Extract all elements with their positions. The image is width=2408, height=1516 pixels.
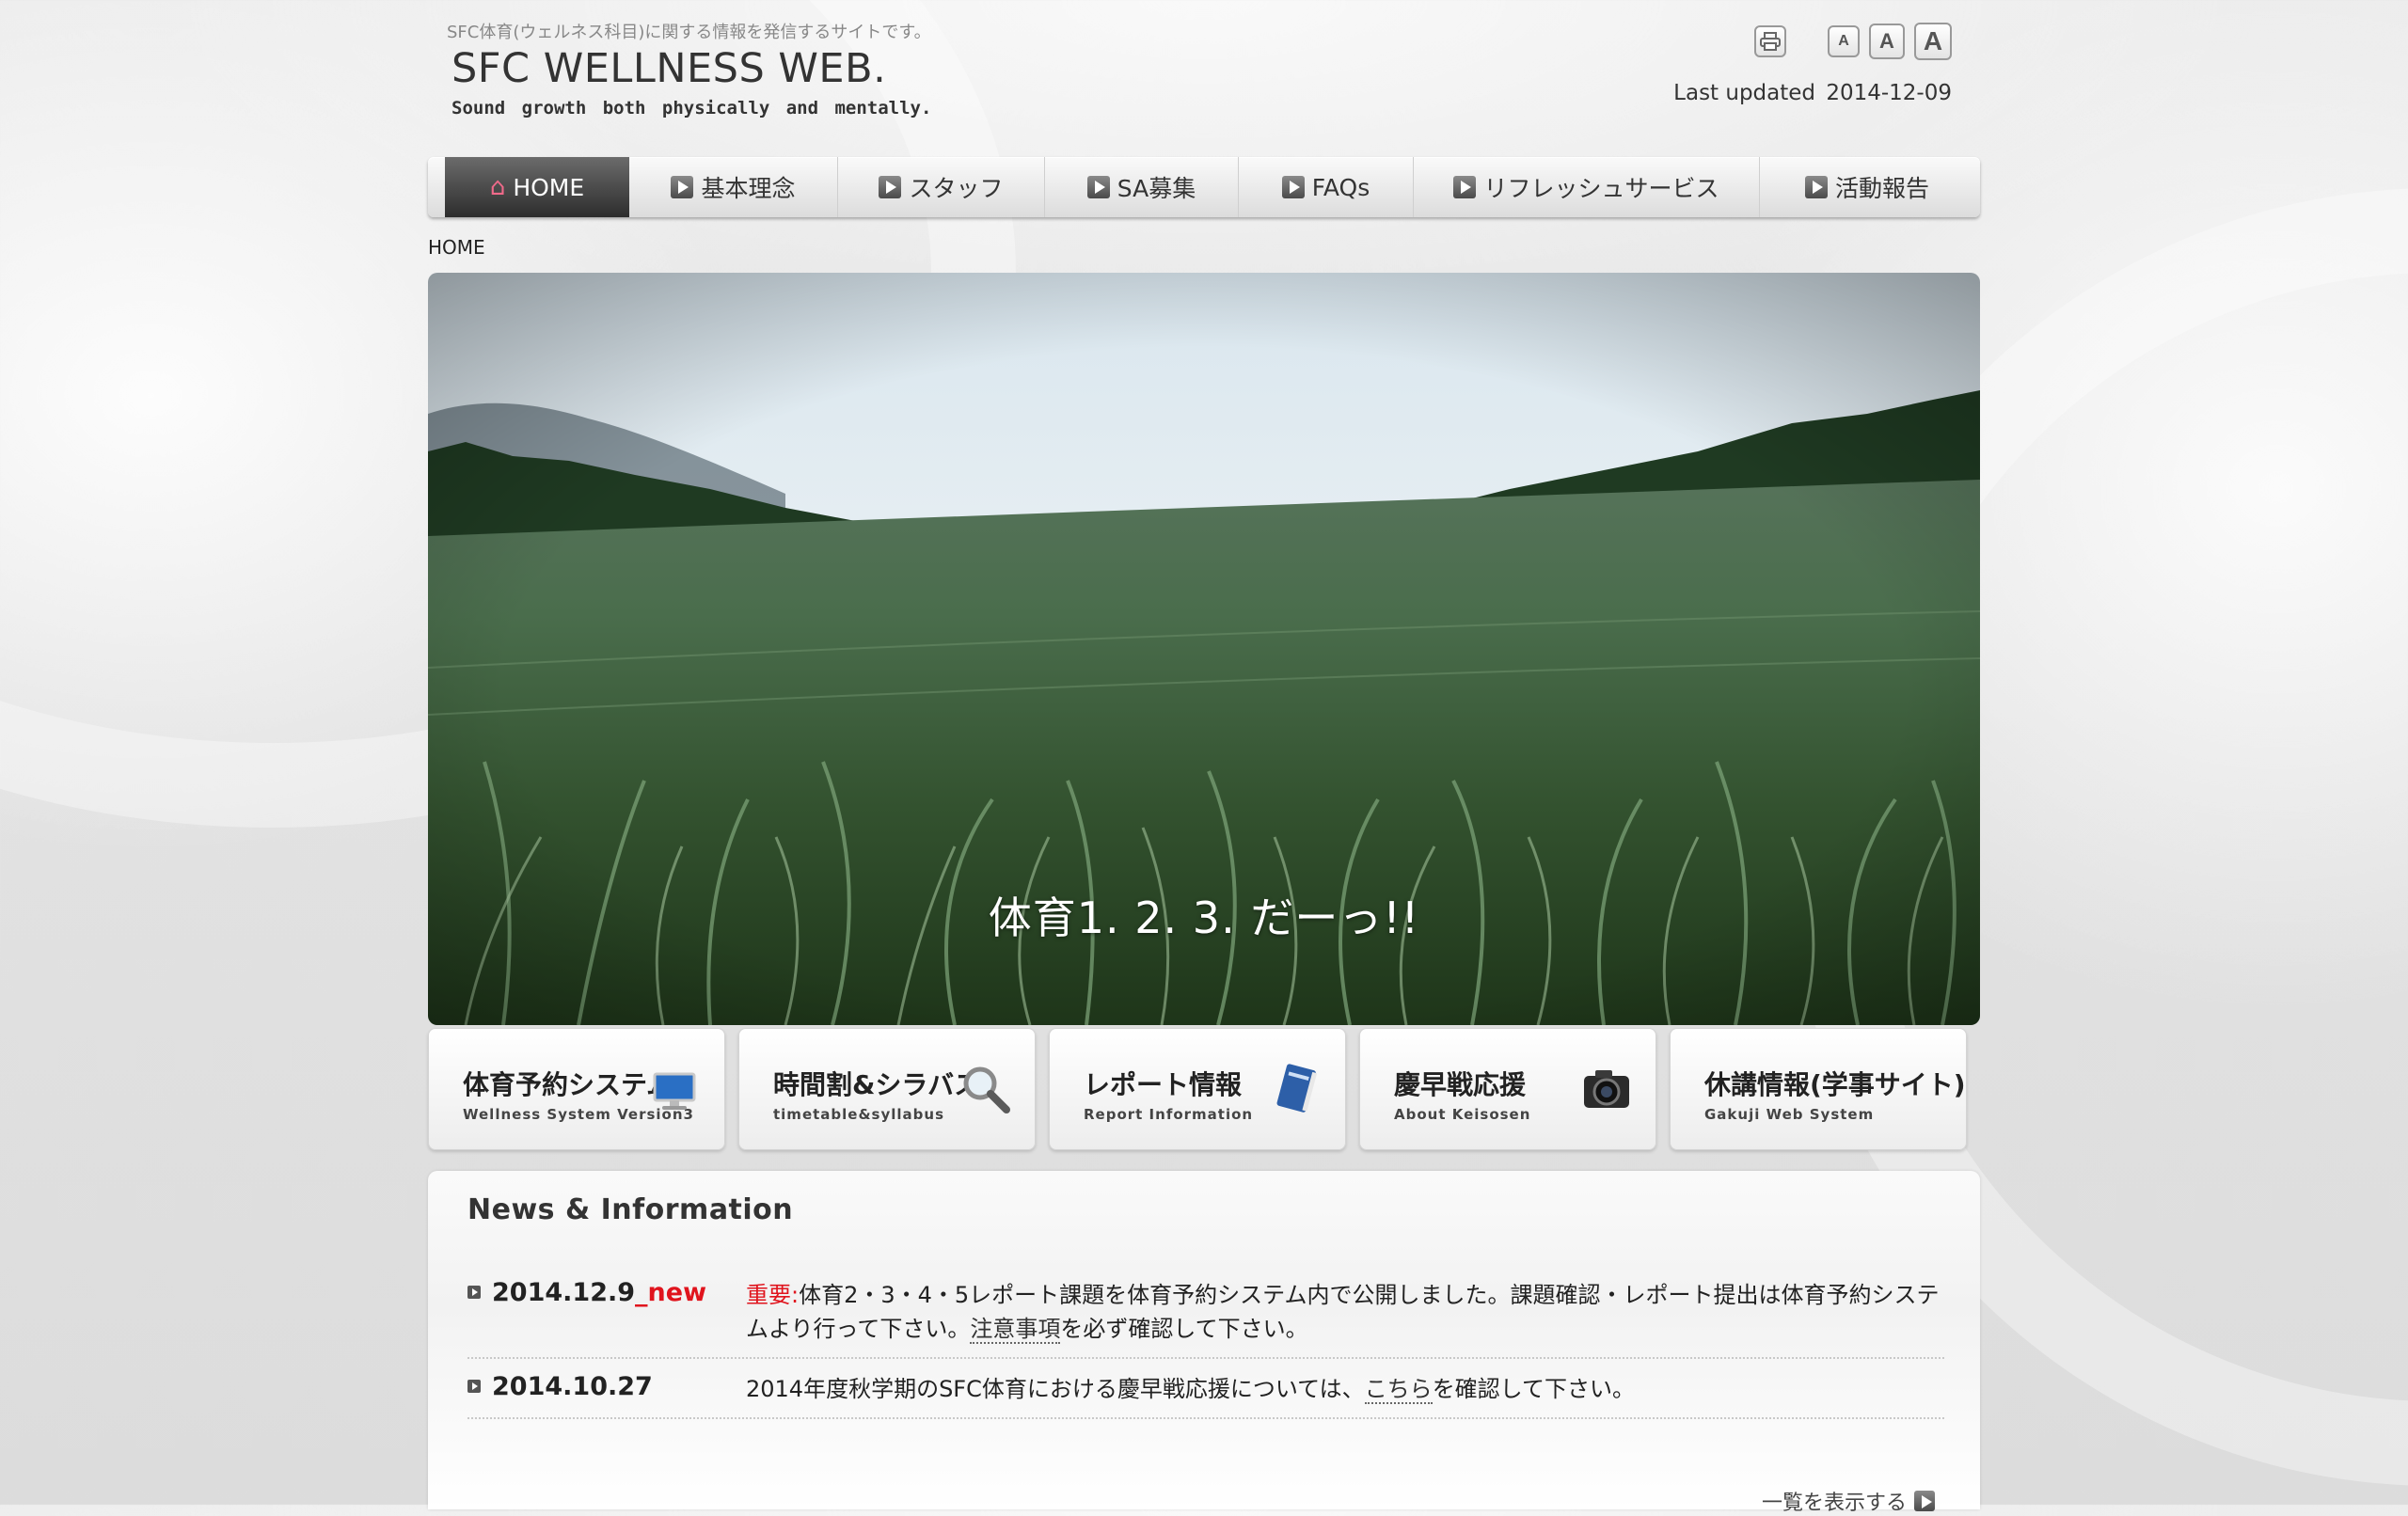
news-title: News & Information	[467, 1193, 794, 1226]
new-badge: _new	[635, 1278, 707, 1307]
nav-item-label: スタッフ	[909, 175, 1004, 202]
monitor-icon	[653, 1072, 696, 1110]
book-icon	[1276, 1064, 1318, 1113]
toolbar: A A A	[1754, 23, 1952, 60]
global-nav: ⌂ HOME 基本理念 スタッフ SA募集 FAQs リフレッシュサービス 活動…	[428, 157, 1980, 217]
quick-link-subtitle: timetable&syllabus	[773, 1106, 944, 1123]
last-updated: Last updated 2014-12-09	[1670, 81, 1952, 105]
news-section: News & Information 2014.12.9_new 重要:体育2・…	[428, 1171, 1980, 1515]
news-item: 2014.10.27 2014年度秋学期のSFC体育における慶早戦応援については…	[467, 1359, 1944, 1419]
play-icon	[1281, 176, 1305, 198]
camera-icon	[1584, 1070, 1629, 1108]
nav-item-label: 基本理念	[701, 175, 796, 202]
last-updated-date: 2014-12-09	[1826, 81, 1952, 105]
last-updated-label: Last updated	[1673, 81, 1816, 105]
news-text-tail: を確認して下さい。	[1432, 1376, 1635, 1402]
logo-subtitle: Sound growth both physically and mentall…	[452, 98, 932, 118]
nav-item-refresh-service[interactable]: リフレッシュサービス	[1414, 157, 1760, 217]
nav-item-label: リフレッシュサービス	[1483, 175, 1719, 202]
print-icon	[1760, 32, 1781, 51]
nav-item-label: HOME	[513, 173, 585, 201]
quick-link-subtitle: Report Information	[1084, 1106, 1254, 1123]
here-link[interactable]: こちら	[1364, 1376, 1433, 1404]
nav-item-sa-recruit[interactable]: SA募集	[1045, 157, 1239, 217]
news-list: 2014.12.9_new 重要:体育2・3・4・5レポート課題を体育予約システ…	[467, 1265, 1944, 1419]
news-date-text: 2014.12.9	[492, 1278, 636, 1307]
page-wrapper: SFC体育(ウェルネス科目)に関する情報を発信するサイトです。 SFC WELL…	[428, 0, 1980, 1515]
news-text: 2014年度秋学期のSFC体育における慶早戦応援については、こちらを確認して下さ…	[746, 1372, 1944, 1406]
play-icon	[671, 176, 694, 198]
site-tagline: SFC体育(ウェルネス科目)に関する情報を発信するサイトです。	[447, 23, 931, 42]
quick-link-class-cancellation[interactable]: 休講情報(学事サイト) Gakuji Web System	[1670, 1028, 1967, 1150]
quick-link-report[interactable]: レポート情報 Report Information	[1049, 1028, 1346, 1150]
quick-link-subtitle: About Keisosen	[1394, 1106, 1531, 1123]
nav-item-home[interactable]: ⌂ HOME	[445, 157, 629, 217]
quick-links: 体育予約システム Wellness System Version3 時間割&シラ…	[428, 1028, 1980, 1152]
font-size-small-button[interactable]: A	[1828, 25, 1860, 57]
quick-link-subtitle: Gakuji Web System	[1704, 1106, 1875, 1123]
nav-item-philosophy[interactable]: 基本理念	[629, 157, 838, 217]
nav-item-label: 活動報告	[1834, 175, 1929, 202]
news-text-main: 2014年度秋学期のSFC体育における慶早戦応援については、	[746, 1376, 1365, 1402]
show-all-link[interactable]: 一覧を表示する	[1762, 1486, 1935, 1516]
news-date-text: 2014.10.27	[492, 1372, 653, 1401]
quick-link-keisosen[interactable]: 慶早戦応援 About Keisosen	[1359, 1028, 1656, 1150]
quick-link-title: 慶早戦応援	[1394, 1069, 1527, 1100]
play-icon	[1086, 176, 1110, 198]
nav-item-staff[interactable]: スタッフ	[838, 157, 1045, 217]
breadcrumb: HOME	[428, 236, 485, 259]
quick-link-title: 休講情報(学事サイト)	[1704, 1069, 1966, 1100]
news-date: 2014.12.9_new	[467, 1278, 746, 1346]
news-date: 2014.10.27	[467, 1372, 746, 1406]
nav-item-activity-report[interactable]: 活動報告	[1760, 157, 1974, 217]
hero-image: 体育1. 2. 3. だーっ!!	[428, 273, 1980, 1025]
play-icon	[1804, 176, 1828, 198]
show-all-label: 一覧を表示する	[1761, 1492, 1907, 1515]
bullet-icon	[467, 1286, 481, 1299]
site-logo[interactable]: SFC WELLNESS WEB. Sound growth both phys…	[452, 45, 931, 118]
quick-link-timetable[interactable]: 時間割&シラバス timetable&syllabus	[738, 1028, 1036, 1150]
quick-link-reservation-system[interactable]: 体育予約システム Wellness System Version3	[428, 1028, 725, 1150]
quick-link-title: 時間割&シラバス	[773, 1069, 981, 1100]
play-icon	[1453, 176, 1477, 198]
print-button[interactable]	[1754, 25, 1786, 57]
news-text-tail: を必ず確認して下さい。	[1060, 1316, 1308, 1342]
nav-item-label: FAQs	[1311, 173, 1370, 201]
play-icon	[1914, 1491, 1935, 1511]
news-text: 重要:体育2・3・4・5レポート課題を体育予約システム内で公開しました。課題確認…	[746, 1278, 1944, 1346]
nav-item-faqs[interactable]: FAQs	[1239, 157, 1414, 217]
quick-link-title: 体育予約システム	[463, 1069, 673, 1100]
font-size-medium-button[interactable]: A	[1869, 24, 1905, 59]
quick-link-title: レポート情報	[1084, 1069, 1243, 1100]
magnifier-icon	[963, 1066, 1010, 1113]
logo-title: SFC WELLNESS WEB.	[452, 45, 887, 92]
news-text-main: 体育2・3・4・5レポート課題を体育予約システム内で公開しました。課題確認・レポ…	[746, 1282, 1940, 1342]
notice-link[interactable]: 注意事項	[970, 1316, 1061, 1344]
hero-caption: 体育1. 2. 3. だーっ!!	[988, 892, 1420, 943]
font-size-large-button[interactable]: A	[1914, 23, 1952, 60]
bullet-icon	[467, 1380, 481, 1393]
news-item: 2014.12.9_new 重要:体育2・3・4・5レポート課題を体育予約システ…	[467, 1265, 1944, 1359]
home-icon: ⌂	[489, 173, 506, 201]
nav-item-label: SA募集	[1117, 175, 1196, 202]
play-icon	[879, 176, 902, 198]
important-label: 重要:	[746, 1282, 800, 1308]
